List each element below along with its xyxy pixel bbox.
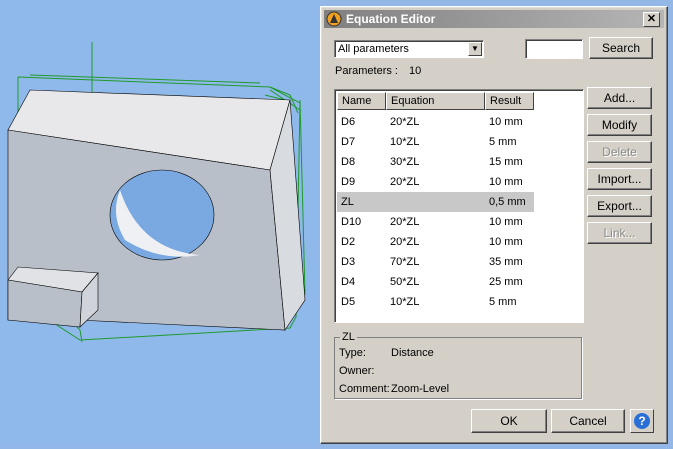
list-item[interactable]: D5 10*ZL 5 mm	[337, 292, 534, 312]
cell-equation: 50*ZL	[390, 276, 420, 288]
add-button-label: Add...	[603, 91, 636, 105]
delete-button-label: Delete	[602, 145, 637, 159]
parameters-label: Parameters :	[335, 65, 398, 77]
3d-model-drawing	[7, 42, 306, 343]
cell-result: 35 mm	[489, 256, 523, 268]
dialog-title: Equation Editor	[346, 12, 436, 26]
help-icon: ?	[634, 413, 650, 429]
title-bar[interactable]: Equation Editor ✕	[324, 10, 664, 28]
cell-equation: 30*ZL	[390, 156, 420, 168]
equation-editor-dialog: Equation Editor ✕ All parameters ▼ Searc…	[320, 6, 668, 444]
cell-result: 5 mm	[489, 136, 517, 148]
list-item[interactable]: D4 50*ZL 25 mm	[337, 272, 534, 292]
cell-result: 10 mm	[489, 116, 523, 128]
cell-equation: 10*ZL	[390, 296, 420, 308]
export-button-label: Export...	[597, 199, 642, 213]
cell-equation: 20*ZL	[390, 216, 420, 228]
cell-result: 10 mm	[489, 216, 523, 228]
cell-equation: 20*ZL	[390, 176, 420, 188]
column-header-result[interactable]: Result	[485, 92, 534, 110]
filter-value: All parameters	[338, 43, 409, 55]
cell-name: D6	[341, 116, 356, 128]
owner-label: Owner:	[339, 365, 375, 377]
type-value: Distance	[391, 347, 434, 359]
column-header-equation[interactable]: Equation	[386, 92, 485, 110]
link-button[interactable]: Link...	[587, 222, 652, 244]
cell-equation: 10*ZL	[390, 136, 420, 148]
parameters-list[interactable]: Name Equation Result D6 20*ZL 10 mm D7 10*ZL…	[334, 89, 584, 323]
ok-button[interactable]: OK	[471, 409, 547, 433]
3d-viewport[interactable]	[0, 0, 320, 446]
cell-result: 10 mm	[489, 236, 523, 248]
cell-result: 15 mm	[489, 156, 523, 168]
list-item[interactable]: D9 20*ZL 10 mm	[337, 172, 534, 192]
list-item[interactable]: D6 20*ZL 10 mm	[337, 112, 534, 132]
cell-name: D4	[341, 276, 356, 288]
details-group-title: ZL	[340, 331, 357, 343]
modify-button[interactable]: Modify	[587, 114, 652, 136]
delete-button[interactable]: Delete	[587, 141, 652, 163]
cell-name: D9	[341, 176, 356, 188]
add-button[interactable]: Add...	[587, 87, 652, 109]
cell-equation: 20*ZL	[390, 236, 420, 248]
column-header-name[interactable]: Name	[337, 92, 386, 110]
cell-equation: 70*ZL	[390, 256, 420, 268]
list-item[interactable]: D10 20*ZL 10 mm	[337, 212, 534, 232]
import-button-label: Import...	[597, 172, 642, 186]
help-button[interactable]: ?	[630, 409, 654, 433]
cell-result: 25 mm	[489, 276, 523, 288]
cell-name: D7	[341, 136, 356, 148]
cell-name: D5	[341, 296, 356, 308]
dropdown-arrow-icon[interactable]: ▼	[468, 42, 482, 56]
import-button[interactable]: Import...	[587, 168, 652, 190]
cancel-button[interactable]: Cancel	[551, 409, 625, 433]
cell-name: D10	[341, 216, 362, 228]
cell-name: ZL	[341, 196, 354, 208]
close-button[interactable]: ✕	[643, 12, 660, 27]
type-label: Type:	[339, 347, 366, 359]
cell-name: D8	[341, 156, 356, 168]
comment-label: Comment:	[339, 383, 390, 395]
list-item[interactable]: D7 10*ZL 5 mm	[337, 132, 534, 152]
link-button-label: Link...	[603, 226, 636, 240]
cell-result: 0,5 mm	[489, 196, 526, 208]
search-input[interactable]	[525, 39, 583, 59]
export-button[interactable]: Export...	[587, 195, 652, 217]
modify-button-label: Modify	[601, 118, 638, 132]
cell-equation: 20*ZL	[390, 116, 420, 128]
comment-value: Zoom-Level	[391, 383, 450, 395]
parameter-filter-select[interactable]: All parameters ▼	[334, 40, 484, 58]
list-item[interactable]: ZL 0,5 mm	[337, 192, 534, 212]
list-item[interactable]: D3 70*ZL 35 mm	[337, 252, 534, 272]
cell-result: 10 mm	[489, 176, 523, 188]
cell-result: 5 mm	[489, 296, 517, 308]
app-logo-icon	[326, 11, 342, 27]
cell-name: D3	[341, 256, 356, 268]
list-item[interactable]: D8 30*ZL 15 mm	[337, 152, 534, 172]
search-button[interactable]: Search	[589, 37, 653, 59]
cell-name: D2	[341, 236, 356, 248]
details-groupbox: ZL Type: Distance Owner: Comment: Zoom-L…	[334, 331, 582, 399]
list-item[interactable]: D2 20*ZL 10 mm	[337, 232, 534, 252]
parameters-count: 10	[409, 65, 422, 77]
